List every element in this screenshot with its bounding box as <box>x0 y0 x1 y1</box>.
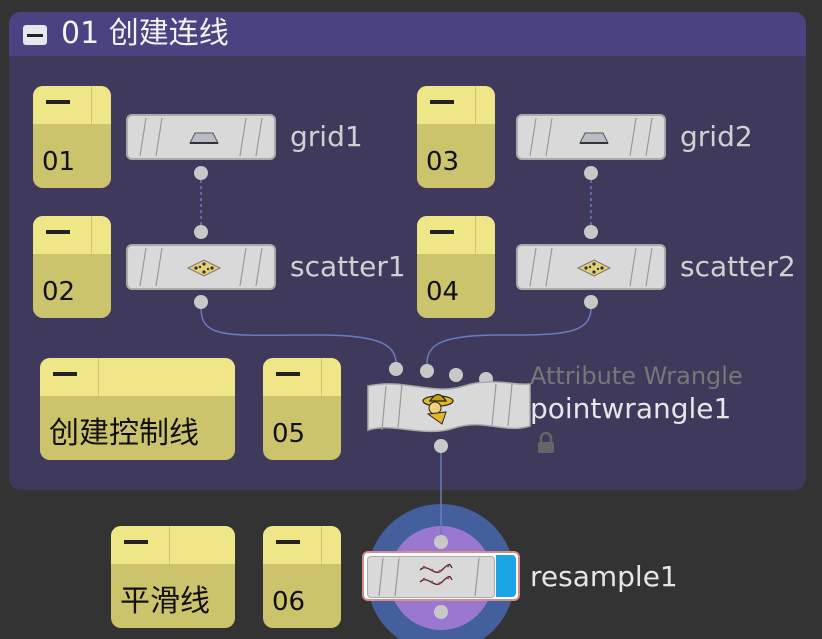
sticky-note-header[interactable] <box>263 358 341 396</box>
sticky-note-header[interactable] <box>33 216 111 254</box>
sticky-note[interactable]: 02 <box>33 216 111 318</box>
output-port[interactable] <box>194 295 208 309</box>
minimize-icon[interactable] <box>276 540 300 544</box>
sticky-note-text: 05 <box>272 419 306 449</box>
sticky-note-header[interactable] <box>111 526 235 564</box>
sticky-note-header[interactable] <box>263 526 341 564</box>
grid-icon <box>579 132 609 144</box>
output-port[interactable] <box>434 605 448 619</box>
sticky-note[interactable]: 平滑线 <box>111 526 235 628</box>
lock-icon[interactable] <box>536 432 556 454</box>
minimize-icon[interactable] <box>46 230 70 234</box>
sticky-note[interactable]: 06 <box>263 526 341 628</box>
sticky-note-header[interactable] <box>417 216 495 254</box>
sticky-note-text: 04 <box>426 277 460 307</box>
input-port[interactable] <box>434 535 448 549</box>
collapse-icon[interactable] <box>23 25 47 45</box>
node-grid2[interactable] <box>516 114 666 160</box>
network-box-header[interactable]: 01 创建连线 <box>9 12 806 56</box>
node-grid1[interactable] <box>126 114 276 160</box>
node-name: resample1 <box>530 560 678 593</box>
input-port[interactable] <box>420 364 434 378</box>
node-type-label: Attribute Wrangle <box>530 362 743 390</box>
input-port[interactable] <box>194 225 208 239</box>
input-port[interactable] <box>389 362 403 376</box>
display-flag[interactable] <box>496 555 516 597</box>
sticky-note-header[interactable] <box>33 86 111 124</box>
grid-icon <box>189 132 219 144</box>
minimize-icon[interactable] <box>276 372 300 376</box>
input-port[interactable] <box>584 225 598 239</box>
minimize-icon[interactable] <box>46 100 70 104</box>
sticky-note-text: 02 <box>42 277 76 307</box>
sticky-note-text: 06 <box>272 587 306 617</box>
resample-icon <box>419 563 453 585</box>
network-box-title: 01 创建连线 <box>61 16 229 51</box>
sticky-note-text: 03 <box>426 147 460 177</box>
minimize-icon[interactable] <box>53 372 77 376</box>
scatter-icon <box>186 259 222 277</box>
sticky-note[interactable]: 创建控制线 <box>40 358 235 460</box>
node-name: grid1 <box>290 120 363 153</box>
sticky-note-header[interactable] <box>417 86 495 124</box>
output-port[interactable] <box>584 166 598 180</box>
sticky-note-text: 创建控制线 <box>49 416 199 451</box>
sticky-note[interactable]: 04 <box>417 216 495 318</box>
node-scatter1[interactable] <box>126 244 276 290</box>
node-name: grid2 <box>680 120 753 153</box>
sticky-note-header[interactable] <box>40 358 235 396</box>
sticky-note[interactable]: 01 <box>33 86 111 188</box>
node-name: scatter2 <box>680 250 796 283</box>
sticky-note-text: 01 <box>42 147 76 177</box>
minimize-icon[interactable] <box>124 540 148 544</box>
node-resample1[interactable] <box>362 551 520 601</box>
minimize-icon[interactable] <box>430 230 454 234</box>
wrangle-icon <box>422 393 454 425</box>
output-port[interactable] <box>194 166 208 180</box>
sticky-note-text: 平滑线 <box>120 584 210 619</box>
scatter-icon <box>576 259 612 277</box>
minimize-icon[interactable] <box>430 100 454 104</box>
node-name: pointwrangle1 <box>530 392 732 425</box>
node-name: scatter1 <box>290 250 406 283</box>
node-scatter2[interactable] <box>516 244 666 290</box>
output-port[interactable] <box>434 439 448 453</box>
sticky-note[interactable]: 05 <box>263 358 341 460</box>
output-port[interactable] <box>584 295 598 309</box>
sticky-note[interactable]: 03 <box>417 86 495 188</box>
